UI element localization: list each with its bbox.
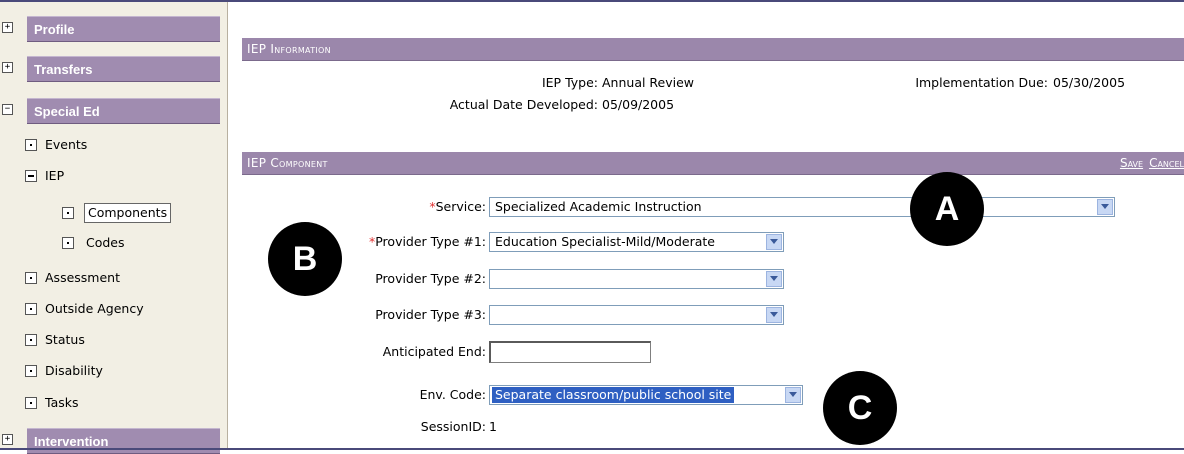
section-bar[interactable]: Profile [27,16,220,42]
provider-type-3-select[interactable] [489,305,784,325]
chevron-down-icon[interactable] [785,387,801,403]
provider-type-2-label: Provider Type #2: [375,271,486,286]
callout-marker-b: B [268,222,342,296]
node-icon [25,397,37,409]
anticipated-end-input[interactable] [489,341,651,363]
service-select[interactable]: Specialized Academic Instruction [489,197,1115,217]
collapse-icon[interactable]: − [2,104,13,115]
session-id-value: 1 [489,419,497,434]
node-icon [25,334,37,346]
tree-label[interactable]: Assessment [45,268,120,288]
main-content: IEP Information IEP Type: Annual Review … [228,2,1184,448]
sidebar-section-intervention[interactable]: + Intervention [0,428,222,454]
label-text: Provider Type #1: [375,234,486,249]
collapse-icon[interactable] [25,170,37,182]
select-value: Education Specialist-Mild/Moderate [495,234,715,249]
cancel-link[interactable]: Cancel [1149,156,1184,170]
node-icon [62,237,74,249]
expand-icon[interactable]: + [2,62,13,73]
tree-label[interactable]: Disability [45,361,103,381]
provider-type-2-select[interactable] [489,269,784,289]
tree-label[interactable]: Outside Agency [45,299,144,319]
section-label: Transfers [34,62,93,77]
chevron-down-icon[interactable] [766,307,782,323]
section-label: Profile [34,22,75,37]
section-label: Intervention [34,434,109,449]
env-code-label: Env. Code: [419,387,486,402]
chevron-down-icon[interactable] [766,234,782,250]
tree-label[interactable]: Codes [86,233,125,253]
select-value: Specialized Academic Instruction [495,199,702,214]
date-developed-value: 05/09/2005 [602,97,675,112]
provider-type-1-label: *Provider Type #1: [369,234,486,249]
section-title: IEP Information [247,42,331,56]
chevron-down-icon[interactable] [1097,199,1113,215]
section-label: Special Ed [34,104,100,119]
env-code-select[interactable]: Separate classroom/public school site [489,385,803,405]
iep-type-value: Annual Review [602,75,695,90]
callout-marker-a: A [910,172,984,246]
tree-label[interactable]: Events [45,135,87,155]
iep-information-header: IEP Information [242,38,1184,61]
label-text: Service: [435,199,486,214]
header-actions: Save Cancel [1114,156,1184,170]
sidebar-section-transfers[interactable]: + Transfers [0,56,222,82]
expand-icon[interactable]: + [2,22,13,33]
iep-type-label: IEP Type: [541,75,598,90]
node-icon [25,303,37,315]
service-label: *Service: [429,199,486,214]
sidebar-nav: + Profile + Transfers − Special Ed Event… [0,2,228,454]
implementation-due-value: 05/30/2005 [1053,75,1126,90]
anticipated-end-label: Anticipated End: [382,344,486,359]
sidebar-section-profile[interactable]: + Profile [0,16,222,42]
provider-type-3-label: Provider Type #3: [375,307,486,322]
section-bar[interactable]: Special Ed [27,98,220,124]
sidebar-section-special-ed[interactable]: − Special Ed [0,98,222,124]
implementation-due-label: Implementation Due: [915,75,1048,90]
node-icon [25,365,37,377]
iep-component-header: IEP Component Save Cancel [242,152,1184,175]
callout-marker-c: C [823,371,897,445]
select-value: Separate classroom/public school site [492,387,735,403]
save-link[interactable]: Save [1120,156,1143,170]
section-bar[interactable]: Intervention [27,428,220,454]
tree-label[interactable]: IEP [45,166,64,186]
tree-label[interactable]: Status [45,330,85,350]
tree-label[interactable]: Tasks [45,393,79,413]
session-id-label: SessionID: [420,419,486,434]
tree-label-selected[interactable]: Components [84,203,172,223]
expand-icon[interactable]: + [2,434,13,445]
section-bar[interactable]: Transfers [27,56,220,82]
node-icon [25,139,37,151]
node-icon [62,207,74,219]
chevron-down-icon[interactable] [766,271,782,287]
node-icon [25,272,37,284]
section-title: IEP Component [247,156,328,170]
date-developed-label: Actual Date Developed: [449,97,598,112]
provider-type-1-select[interactable]: Education Specialist-Mild/Moderate [489,232,784,252]
